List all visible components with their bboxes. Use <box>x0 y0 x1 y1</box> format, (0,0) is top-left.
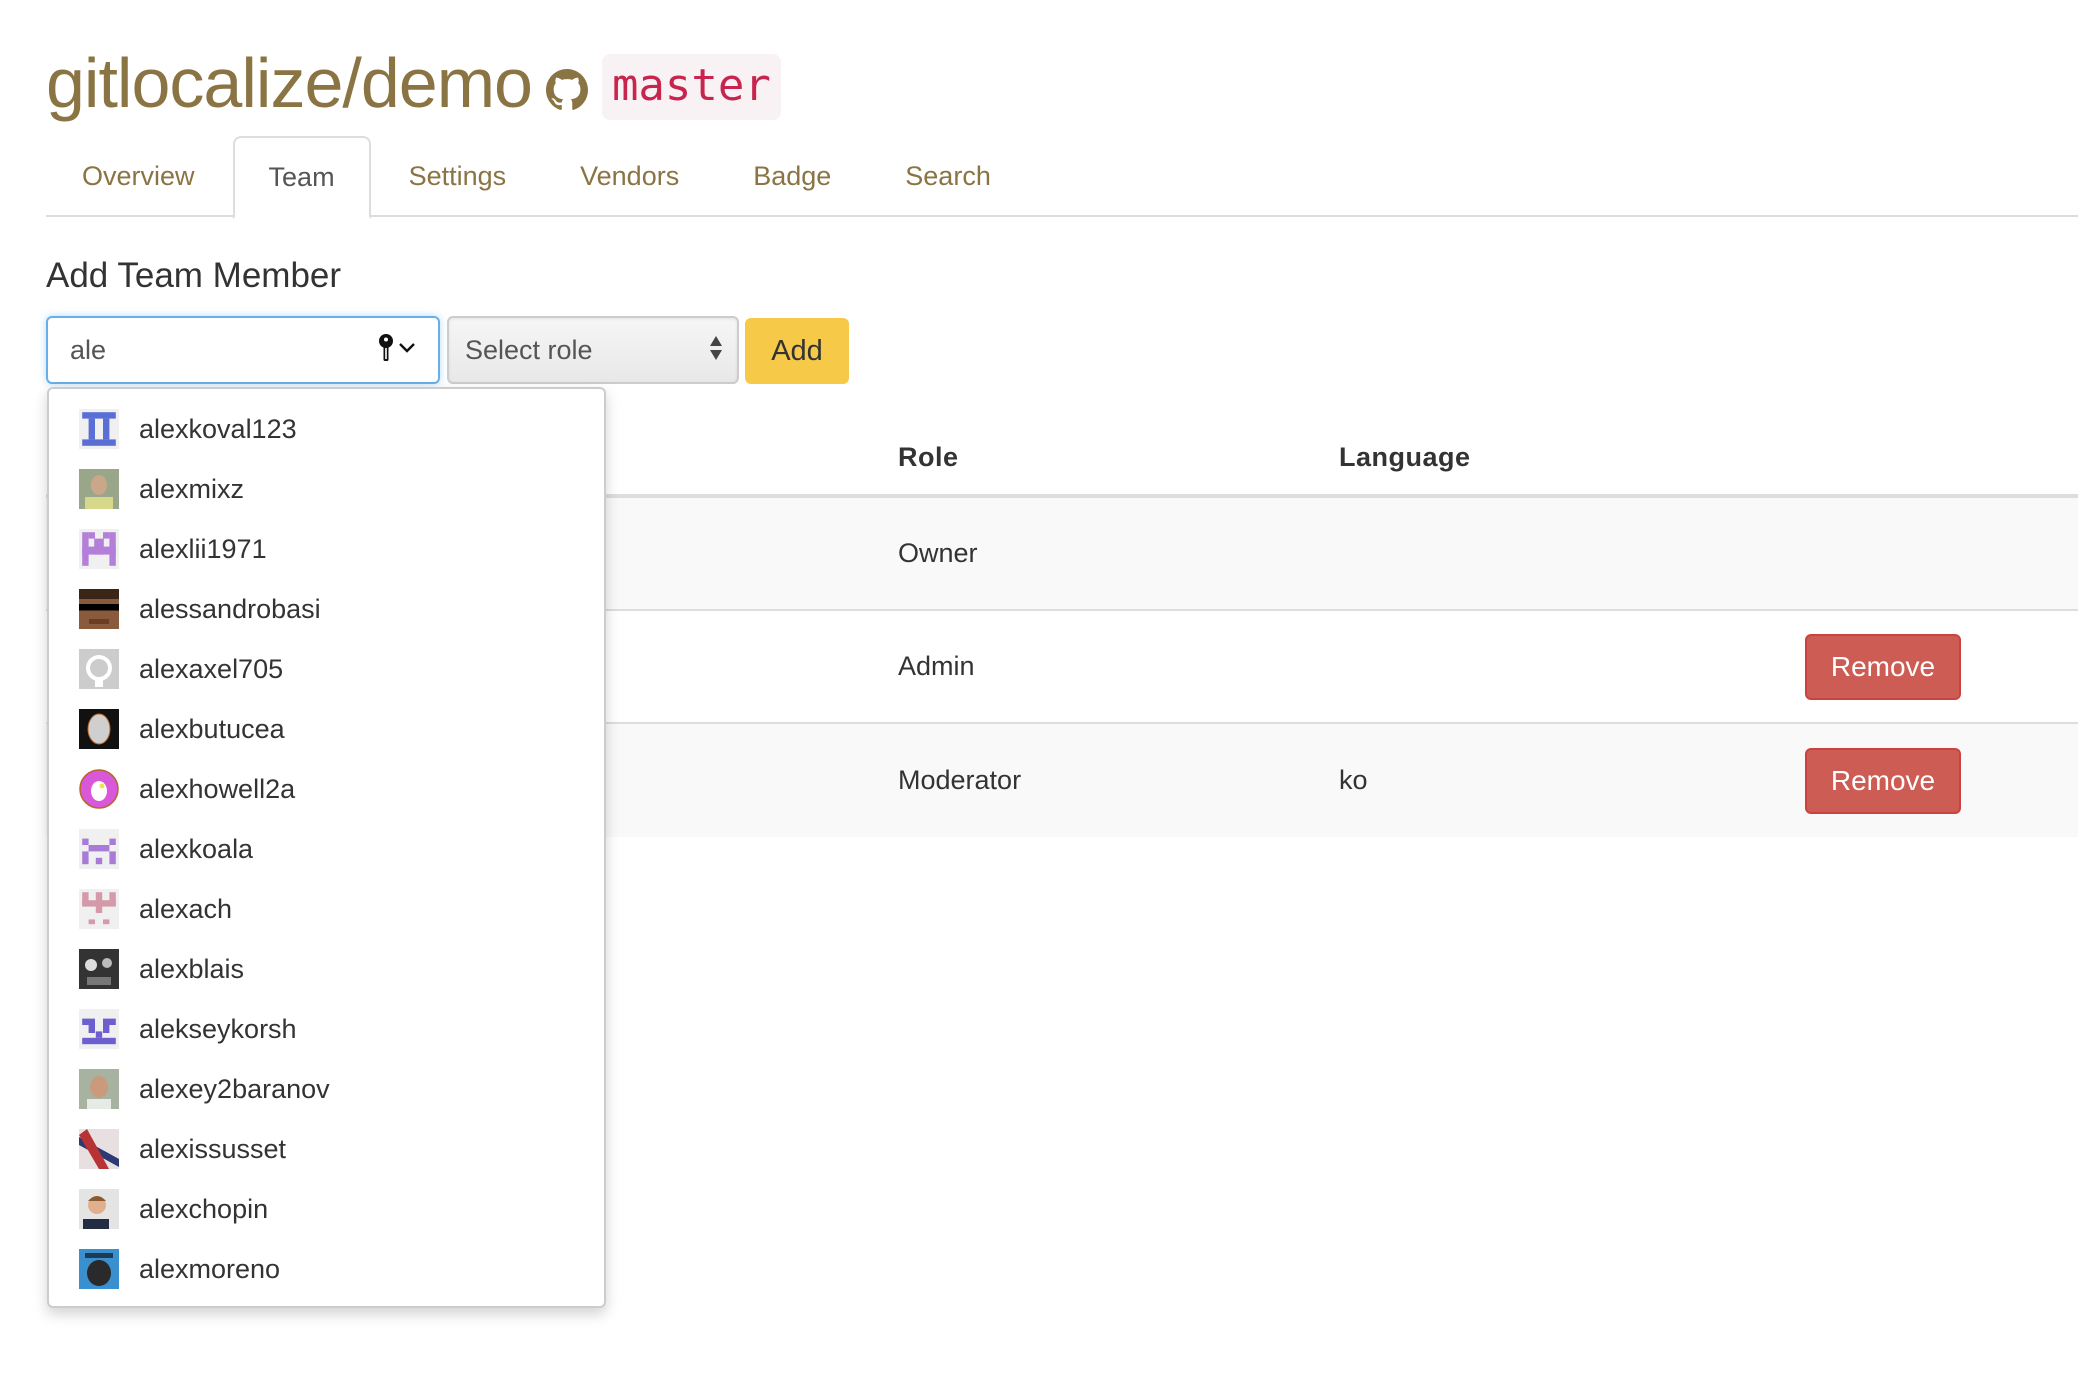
member-search-input[interactable]: ale <box>46 316 440 384</box>
suggestion-item[interactable]: alexbutucea <box>49 699 604 759</box>
avatar-photo-icon <box>79 1189 119 1229</box>
avatar-fingerprint-icon <box>79 709 119 749</box>
language-column-header: Language <box>1339 441 1471 472</box>
chevron-down-icon[interactable] <box>398 341 416 359</box>
suggestion-item[interactable]: alexlii1971 <box>49 519 604 579</box>
avatar-photo-icon <box>79 1249 119 1289</box>
remove-button[interactable]: Remove <box>1805 747 1961 814</box>
tab-overview[interactable]: Overview <box>46 136 231 217</box>
avatar-photo-icon <box>79 1129 119 1169</box>
suggestion-item[interactable]: alexissusset <box>49 1119 604 1179</box>
add-team-member-heading: Add Team Member <box>46 256 342 295</box>
role-select-placeholder: Select role <box>465 334 593 365</box>
avatar-identicon-icon <box>79 529 119 569</box>
suggestion-item[interactable]: alexblais <box>49 939 604 999</box>
role-cell: Owner <box>898 538 978 568</box>
repo-title[interactable]: gitlocalize/demo <box>46 48 533 118</box>
avatar-photo-icon <box>79 469 119 509</box>
member-search-value[interactable]: ale <box>70 335 378 366</box>
suggestion-item[interactable]: alekseykorsh <box>49 999 604 1059</box>
suggestion-item[interactable]: alexaxel705 <box>49 639 604 699</box>
avatar-identicon-icon <box>79 829 119 869</box>
tab-badge[interactable]: Badge <box>717 136 867 217</box>
role-cell: Admin <box>898 651 975 681</box>
avatar-identicon-icon <box>79 889 119 929</box>
suggestion-item[interactable]: alessandrobasi <box>49 579 604 639</box>
language-cell: ko <box>1339 765 1368 795</box>
avatar-identicon-icon <box>79 409 119 449</box>
key-icon[interactable] <box>378 333 394 368</box>
member-suggestions-dropdown: alexkoval123 alexmixz alexlii1971 alessa… <box>47 387 606 1308</box>
role-select[interactable]: Select role <box>447 316 739 384</box>
role-column-header: Role <box>898 441 959 472</box>
suggestion-item[interactable]: alexkoala <box>49 819 604 879</box>
branch-badge: master <box>601 53 781 121</box>
suggestion-item[interactable]: alexmoreno <box>49 1239 604 1299</box>
tab-vendors[interactable]: Vendors <box>544 136 715 217</box>
avatar-github-default-icon <box>79 649 119 689</box>
tab-bar: Overview Team Settings Vendors Badge Sea… <box>46 136 2078 219</box>
tab-search[interactable]: Search <box>869 136 1027 217</box>
tab-team[interactable]: Team <box>232 136 371 219</box>
suggestion-item[interactable]: alexmixz <box>49 459 604 519</box>
avatar-identicon-icon <box>79 1009 119 1049</box>
suggestion-item[interactable]: alexey2baranov <box>49 1059 604 1119</box>
avatar-pixel-face-icon <box>79 589 119 629</box>
avatar-cartoon-icon <box>79 769 119 809</box>
suggestion-item[interactable]: alexach <box>49 879 604 939</box>
select-arrows-icon <box>709 334 723 367</box>
suggestion-item[interactable]: alexchopin <box>49 1179 604 1239</box>
add-member-button[interactable]: Add <box>745 318 849 384</box>
role-cell: Moderator <box>898 765 1022 795</box>
tab-settings[interactable]: Settings <box>373 136 543 217</box>
suggestion-item[interactable]: alexhowell2a <box>49 759 604 819</box>
suggestion-item[interactable]: alexkoval123 <box>49 399 604 459</box>
avatar-photo-icon <box>79 949 119 989</box>
github-icon[interactable] <box>545 69 588 111</box>
remove-button[interactable]: Remove <box>1805 633 1961 700</box>
avatar-photo-icon <box>79 1069 119 1109</box>
page-header: gitlocalize/demo master <box>46 38 781 128</box>
